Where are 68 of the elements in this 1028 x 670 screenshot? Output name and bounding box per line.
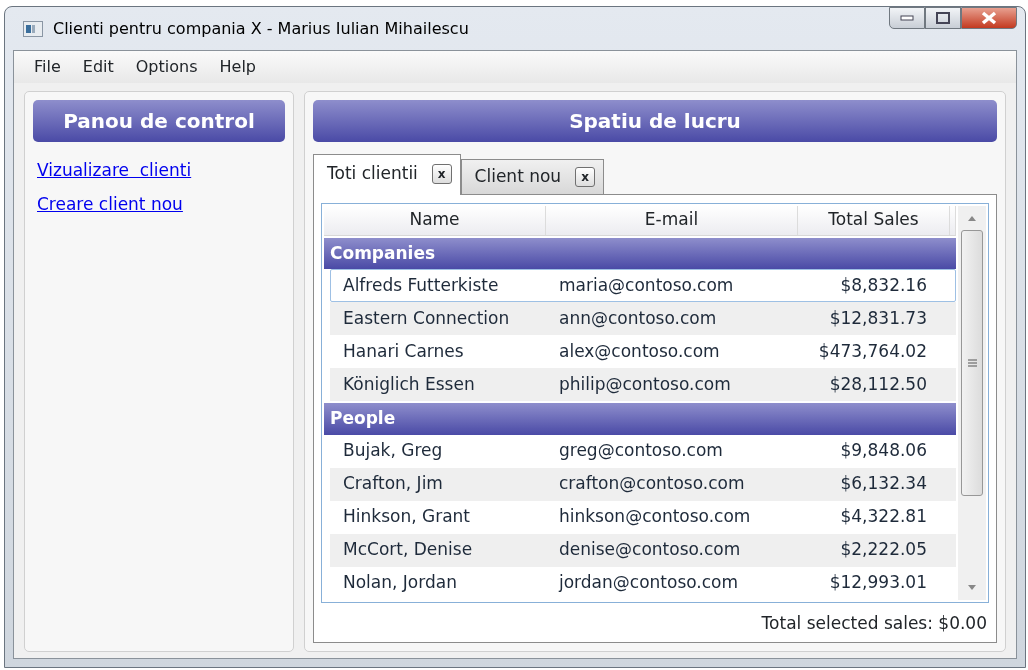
table-cell-text: alex@contoso.com [558,339,721,363]
panel-header: Panou de control [33,100,285,142]
table-cell-text: $8,832.16 [839,273,928,297]
table-cell-text: jordan@contoso.com [557,571,740,595]
table-cell-text: Eastern Connection [342,306,511,330]
table-row[interactable]: McCort, Denise denise@contoso.com $2,222.05 [330,533,956,567]
tab[interactable]: Client nou x [460,159,604,194]
close-icon [981,11,997,25]
tab[interactable]: Toti clientii x [313,154,461,195]
table-cell-text: Alfreds Futterkiste [342,273,500,297]
scroll-down-icon [967,583,977,592]
scroll-thumb[interactable] [961,229,983,496]
table-cell-text: $28,112.50 [828,372,928,396]
table-cell-text: crafton@contoso.com [558,472,746,496]
table-cell-text: Hanari Carnes [342,339,465,363]
group-header: People [324,403,956,435]
table-cell-text: hinkson@contoso.com [558,505,752,529]
table-cell-text: denise@contoso.com [558,538,742,562]
column-header[interactable]: E-mail [546,205,798,235]
table-cell-text: Bujak, Greg [342,439,444,463]
table-cell-text: $12,831.73 [828,306,928,330]
table-row[interactable]: Königlich Essen philip@contoso.com $28,112.50 [330,368,956,401]
tab-label: Toti clientii [327,162,418,185]
scrollbar[interactable] [958,205,986,600]
tab-close-button[interactable]: x [575,166,595,187]
table-cell-text: Königlich Essen [342,372,476,396]
table-cell-text: $4,322.81 [839,505,928,529]
group-header: Companies [324,237,956,269]
panel-header: Spatiu de lucru [313,100,997,142]
grip-icon [967,358,977,367]
table-cell-text: ann@contoso.com [558,306,718,330]
nav-link[interactable]: Creare client nou [37,191,285,217]
menu-item[interactable]: Help [219,55,256,79]
column-header[interactable]: Name [324,205,546,235]
table-cell-text: Hinkson, Grant [342,505,471,529]
table-row[interactable]: Eastern Connection ann@contoso.com $12,831.73 [330,302,956,335]
table-row[interactable]: Alfreds Futterkiste maria@contoso.com $8,832.16 [330,269,956,302]
table-cell-text: $12,993.01 [828,571,928,595]
table-row[interactable]: Nolan, Jordan jordan@contoso.com $12,993.01 [330,566,956,600]
table-row[interactable]: Hinkson, Grant hinkson@contoso.com $4,322.81 [330,500,956,534]
table-cell-text: $6,132.34 [839,472,928,496]
table-cell-text: philip@contoso.com [558,372,732,396]
table-cell-text: $473,764.02 [817,339,928,363]
table-cell-text: Crafton, Jim [342,472,444,496]
table-cell-text: $2,222.05 [839,538,928,562]
window-title: Clienti pentru compania X - Marius Iulian Mihailescu [53,17,469,40]
menu-item[interactable]: Edit [82,55,114,79]
table-cell-text: $9,848.06 [839,439,928,463]
table-cell-text: maria@contoso.com [558,273,735,297]
total-label: Total selected sales: $0.00 [760,611,988,635]
table-cell-text: greg@contoso.com [558,439,724,463]
column-header[interactable]: Total Sales [798,205,950,235]
app-icon [23,20,43,37]
maximize-icon [936,12,950,24]
minimize-icon [900,15,914,21]
table-row[interactable]: Crafton, Jim crafton@contoso.com $6,132.34 [330,467,956,501]
tab-close-button[interactable]: x [431,163,452,184]
menu-item[interactable]: File [34,55,61,79]
table-cell-text: McCort, Denise [342,538,474,562]
table-row[interactable]: Bujak, Greg greg@contoso.com $9,848.06 [330,434,956,468]
menu-item[interactable]: Options [135,55,198,79]
minimize-button[interactable] [889,7,925,29]
table-row[interactable]: Hanari Carnes alex@contoso.com $473,764.02 [330,335,956,368]
table-cell-text: Nolan, Jordan [342,571,458,595]
nav-link[interactable]: Vizualizare clienti [37,158,285,184]
close-button[interactable] [961,7,1017,29]
tab-label: Client nou [474,165,562,188]
maximize-button[interactable] [925,7,961,29]
